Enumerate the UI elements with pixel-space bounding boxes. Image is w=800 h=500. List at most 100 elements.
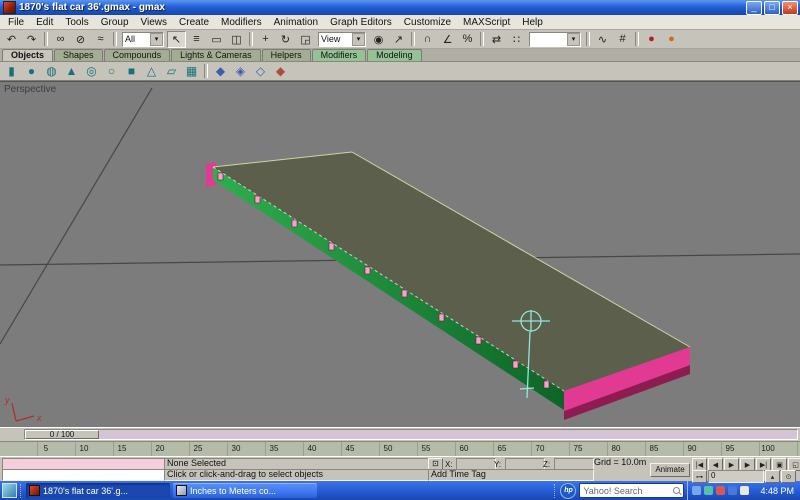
quick-launch-icon[interactable]	[2, 483, 17, 498]
torus-primitive-icon[interactable]: ◎	[82, 63, 101, 80]
cylinder-primitive-icon[interactable]: ▮	[2, 63, 21, 80]
use-pivot-point-center-icon[interactable]: ◉	[369, 31, 388, 48]
menu-graph-editors[interactable]: Graph Editors	[324, 16, 398, 29]
coord-x-label: X:	[445, 460, 453, 469]
menu-views[interactable]: Views	[135, 16, 174, 29]
car-deck-face[interactable]	[213, 152, 690, 391]
unlink-selection-icon[interactable]: ⊘	[71, 31, 90, 48]
special-object-icon[interactable]: ◆	[271, 63, 290, 80]
menu-tools[interactable]: Tools	[59, 16, 94, 29]
menu-edit[interactable]: Edit	[30, 16, 59, 29]
select-and-rotate-icon[interactable]: ↻	[276, 31, 295, 48]
sphere-primitive-icon[interactable]: ●	[22, 63, 41, 80]
prism-primitive-icon[interactable]: ◇	[251, 63, 270, 80]
tab-helpers[interactable]: Helpers	[262, 49, 311, 61]
material-navigator-icon[interactable]: ●	[642, 31, 661, 48]
maximize-button[interactable]: □	[764, 1, 780, 15]
pyramid-primitive-icon[interactable]: △	[142, 63, 161, 80]
schematic-view-icon[interactable]: #	[613, 31, 632, 48]
undo-icon[interactable]: ↶	[2, 31, 21, 48]
menu-modifiers[interactable]: Modifiers	[215, 16, 268, 29]
render-preview-icon[interactable]: ●	[662, 31, 681, 48]
dropdown-arrow-icon[interactable]: ▾	[567, 33, 580, 46]
viewport-canvas[interactable]: x y	[0, 82, 800, 435]
angle-snap-toggle-icon[interactable]: ∠	[438, 31, 457, 48]
current-frame-field[interactable]: 0	[708, 470, 764, 483]
tab-objects[interactable]: Objects	[2, 49, 53, 61]
window-crossing-toggle-icon[interactable]: ◫	[227, 31, 246, 48]
align-icon[interactable]: ∷	[507, 31, 526, 48]
tab-compounds[interactable]: Compounds	[104, 49, 171, 61]
selection-filter-dropdown[interactable]: All▾	[122, 32, 164, 47]
geosphere-primitive-icon[interactable]: ◍	[42, 63, 61, 80]
grid-helper-icon[interactable]: ▦	[182, 63, 201, 80]
close-button[interactable]: ×	[782, 1, 798, 15]
select-and-move-icon[interactable]: +	[256, 31, 275, 48]
dropdown-arrow-icon[interactable]: ▾	[150, 33, 163, 46]
yahoo-search-input[interactable]: Yahoo! Search	[579, 483, 684, 498]
named-selection-sets-dropdown[interactable]: ▾	[529, 32, 581, 47]
redo-icon[interactable]: ↷	[22, 31, 41, 48]
track-view-icon[interactable]: ∿	[593, 31, 612, 48]
menu-customize[interactable]: Customize	[398, 16, 457, 29]
reference-coordinate-system-dropdown[interactable]: View▾	[318, 32, 366, 47]
snap-toggle-3d-icon[interactable]: ∩	[418, 31, 437, 48]
tab-modeling[interactable]: Modeling	[367, 49, 422, 61]
toolbar-separator	[249, 32, 253, 46]
menu-file[interactable]: File	[2, 16, 30, 29]
minimize-button[interactable]: _	[746, 1, 762, 15]
tab-modifiers[interactable]: Modifiers	[312, 49, 367, 61]
time-configuration-button[interactable]: ⊙	[781, 470, 796, 483]
menu-bar: FileEditToolsGroupViewsCreateModifiersAn…	[0, 15, 800, 30]
tray-volume-icon[interactable]	[704, 486, 713, 495]
tab-shapes[interactable]: Shapes	[54, 49, 103, 61]
tab-lights-cameras[interactable]: Lights & Cameras	[171, 49, 261, 61]
time-slider-handle[interactable]: 0 / 100	[25, 430, 99, 439]
playback-controls-row2: ⊶0▴⊙	[692, 470, 796, 483]
menu-create[interactable]: Create	[173, 16, 215, 29]
box-primitive-icon[interactable]: ■	[122, 63, 141, 80]
tube-primitive-icon[interactable]: ○	[102, 63, 121, 80]
dropdown-arrow-icon[interactable]: ▾	[352, 33, 365, 46]
plane-primitive-icon[interactable]: ▱	[162, 63, 181, 80]
cone-primitive-icon[interactable]: ▲	[62, 63, 81, 80]
menu-help[interactable]: Help	[516, 16, 549, 29]
add-time-tag-field[interactable]: Add Time Tag	[428, 469, 594, 481]
ruler-tick-65: 65	[498, 444, 507, 453]
perspective-viewport[interactable]: Perspective	[0, 81, 800, 427]
select-by-name-icon[interactable]: ≡	[187, 31, 206, 48]
torus-knot-primitive-icon[interactable]: ◈	[231, 63, 250, 80]
tray-antivirus-icon[interactable]	[716, 486, 725, 495]
flat-car-model[interactable]	[206, 152, 690, 420]
taskbar-task-gmax[interactable]: 1870's flat car 36'.g...	[26, 483, 170, 498]
menu-animation[interactable]: Animation	[268, 16, 324, 29]
percent-snap-toggle-icon[interactable]: %	[458, 31, 477, 48]
taskbar-task-converter[interactable]: Inches to Meters co...	[173, 483, 317, 498]
maxscript-listener-white-line[interactable]	[2, 469, 168, 481]
tray-display-icon[interactable]	[740, 486, 749, 495]
magnifier-icon[interactable]	[673, 487, 680, 494]
frame-spinner-up-button[interactable]: ▴	[765, 470, 780, 483]
toolbar-separator	[480, 32, 484, 46]
hp-logo[interactable]: hp	[560, 483, 576, 499]
tray-update-icon[interactable]	[728, 486, 737, 495]
time-ruler[interactable]: 5101520253035404550556065707580859095100	[0, 441, 800, 456]
menu-maxscript[interactable]: MAXScript	[457, 16, 516, 29]
bind-to-space-warp-icon[interactable]: ≈	[91, 31, 110, 48]
hedra-primitive-icon[interactable]: ◆	[211, 63, 230, 80]
animate-button[interactable]: Animate	[650, 463, 690, 477]
search-placeholder: Yahoo! Search	[583, 486, 671, 496]
axis-y-label: y	[4, 395, 10, 405]
mirror-icon[interactable]: ⇄	[487, 31, 506, 48]
select-object-icon[interactable]: ↖	[167, 31, 186, 48]
rectangular-selection-region-icon[interactable]: ▭	[207, 31, 226, 48]
menu-group[interactable]: Group	[95, 16, 135, 29]
select-and-manipulate-icon[interactable]: ↗	[389, 31, 408, 48]
title-bar[interactable]: 1870's flat car 36'.gmax - gmax _ □ ×	[0, 0, 800, 15]
tray-network-icon[interactable]	[692, 486, 701, 495]
key-mode-toggle-button[interactable]: ⊶	[692, 470, 707, 483]
time-slider-track[interactable]: 0 / 100	[24, 429, 798, 440]
select-and-link-icon[interactable]: ∞	[51, 31, 70, 48]
selection-filter-dropdown-value: All	[123, 34, 150, 44]
select-and-scale-icon[interactable]: ◲	[296, 31, 315, 48]
